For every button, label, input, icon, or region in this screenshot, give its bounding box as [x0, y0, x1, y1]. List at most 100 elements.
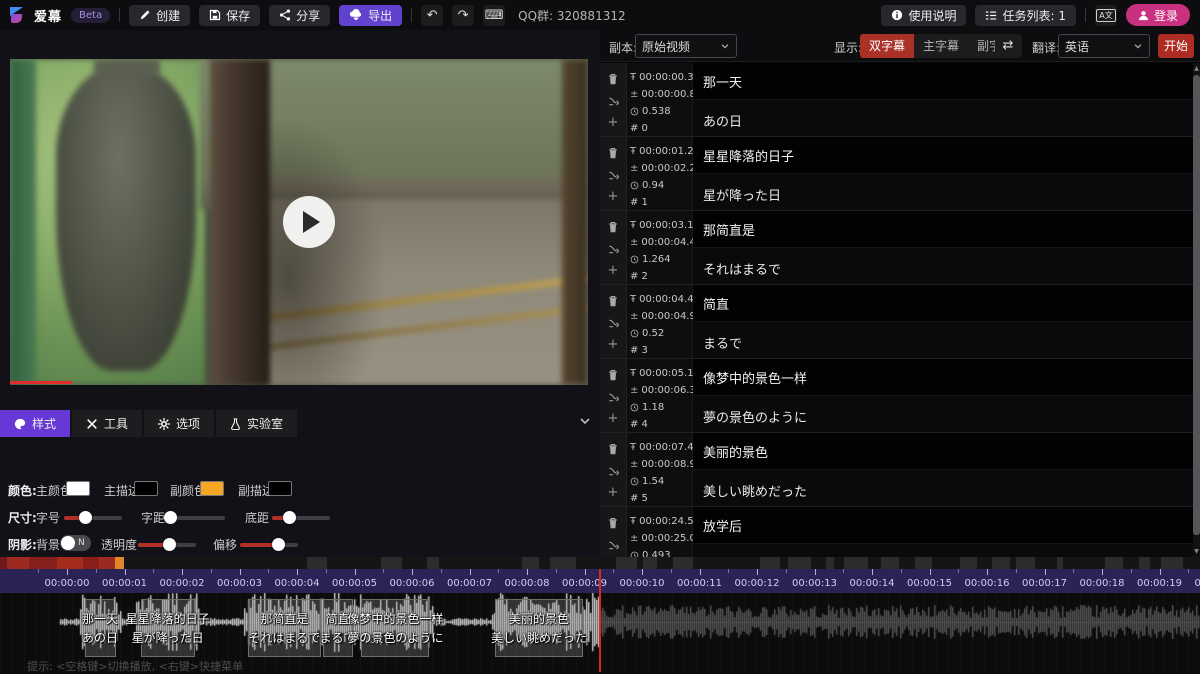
end-time-field[interactable]: ±00:00:00.844 — [630, 86, 692, 103]
scroll-down-icon[interactable]: ▼ — [1193, 548, 1200, 555]
start-time-field[interactable]: Ŧ00:00:07.438 — [630, 439, 692, 456]
scroll-up-icon[interactable]: ▲ — [1193, 65, 1200, 72]
timeline-minimap[interactable] — [0, 557, 1200, 569]
translate-button[interactable]: A文 — [1095, 5, 1117, 26]
merge-subtitle-icon[interactable] — [608, 540, 619, 551]
translate-language-select[interactable]: 英语 — [1058, 34, 1150, 58]
start-time-field[interactable]: Ŧ00:00:04.446 — [630, 291, 692, 308]
end-time-field[interactable]: ±00:00:08.978 — [630, 456, 692, 473]
start-time-field[interactable]: Ŧ00:00:24.596 — [630, 513, 692, 530]
secondary-subtitle-text[interactable]: あの日 — [693, 100, 1200, 136]
delete-subtitle-icon[interactable] — [608, 147, 618, 159]
start-time-field[interactable]: Ŧ00:00:05.120 — [630, 365, 692, 382]
main-subtitle-text[interactable]: 放学后 — [693, 507, 1200, 544]
login-button[interactable]: 登录 — [1126, 4, 1190, 26]
scrollbar-thumb[interactable] — [1193, 75, 1200, 535]
copy-select[interactable]: 原始视频 — [635, 34, 737, 58]
secondary-subtitle-text[interactable]: 美しい眺めだった — [693, 470, 1200, 506]
main-subtitle-text[interactable]: 那简直是 — [693, 211, 1200, 248]
merge-subtitle-icon[interactable] — [608, 244, 619, 255]
tab-lab[interactable]: 实验室 — [216, 410, 297, 437]
mode-main-button[interactable]: 主字幕 — [914, 34, 968, 58]
merge-subtitle-icon[interactable] — [608, 466, 619, 477]
letter-spacing-slider[interactable] — [167, 516, 225, 520]
mode-dual-button[interactable]: 双字幕 — [860, 34, 914, 58]
add-subtitle-icon[interactable]: + — [608, 192, 619, 202]
secondary-subtitle-text[interactable]: 放課後 — [693, 544, 1200, 557]
secondary-subtitle-text[interactable]: まるで — [693, 322, 1200, 358]
delete-subtitle-icon[interactable] — [608, 369, 618, 381]
merge-subtitle-icon[interactable] — [608, 170, 619, 181]
merge-subtitle-icon[interactable] — [608, 392, 619, 403]
add-subtitle-icon[interactable]: + — [608, 266, 619, 276]
bottom-margin-slider[interactable] — [272, 516, 330, 520]
share-button[interactable]: 分享 — [269, 5, 330, 26]
end-time-field[interactable]: ±00:00:04.966 — [630, 308, 692, 325]
tab-style[interactable]: 样式 — [0, 410, 70, 437]
main-subtitle-text[interactable]: 美丽的景色 — [693, 433, 1200, 470]
keyboard-shortcuts-button[interactable]: ⌨ — [483, 5, 505, 26]
redo-button[interactable]: ↷ — [452, 5, 474, 26]
merge-subtitle-icon[interactable] — [608, 318, 619, 329]
play-button[interactable] — [283, 196, 335, 248]
export-button[interactable]: 导出 — [339, 5, 402, 26]
end-time-field[interactable]: ±00:00:06.300 — [630, 382, 692, 399]
main-subtitle-text[interactable]: 星星降落的日子 — [693, 137, 1200, 174]
timeline-subtitle-block[interactable]: 星星降落的日子 星が降った日 — [141, 599, 195, 657]
secondary-subtitle-text[interactable]: 夢の景色のように — [693, 396, 1200, 432]
delete-subtitle-icon[interactable] — [608, 73, 618, 85]
end-time-field[interactable]: ±00:00:02.220 — [630, 160, 692, 177]
delete-subtitle-icon[interactable] — [608, 443, 618, 455]
secondary-subtitle-text[interactable]: 星が降った日 — [693, 174, 1200, 210]
merge-subtitle-icon[interactable] — [608, 96, 619, 107]
save-button[interactable]: 保存 — [199, 5, 260, 26]
font-size-slider[interactable] — [64, 516, 122, 520]
main-stroke-swatch[interactable] — [134, 481, 158, 496]
timeline-subtitle-block[interactable]: 那一天 あの日 — [85, 599, 116, 657]
tab-tools[interactable]: 工具 — [72, 410, 142, 437]
opacity-slider[interactable] — [138, 543, 196, 547]
collapse-panel-button[interactable] — [578, 414, 592, 428]
undo-button[interactable]: ↶ — [421, 5, 443, 26]
main-color-swatch[interactable] — [66, 481, 90, 496]
background-toggle[interactable]: N — [60, 535, 91, 551]
start-time-icon: Ŧ — [630, 442, 636, 453]
start-time-field[interactable]: Ŧ00:00:01.280 — [630, 143, 692, 160]
video-progress-bar[interactable] — [10, 381, 72, 384]
timeline-subtitle-block[interactable]: 那简直是 それはまるで — [248, 599, 321, 657]
add-subtitle-icon[interactable]: + — [608, 414, 619, 424]
main-subtitle-text[interactable]: 简直 — [693, 285, 1200, 322]
swap-subtitles-button[interactable]: ⇄ — [995, 34, 1021, 58]
sub-color-swatch[interactable] — [200, 481, 224, 496]
minimap-segment — [1105, 557, 1123, 569]
start-translate-button[interactable]: 开始 — [1158, 34, 1194, 58]
end-time-field[interactable]: ±00:00:25.089 — [630, 530, 692, 547]
end-time-field[interactable]: ±00:00:04.412 — [630, 234, 692, 251]
offset-slider[interactable] — [240, 543, 298, 547]
sub-stroke-swatch[interactable] — [268, 481, 292, 496]
start-time-field[interactable]: Ŧ00:00:03.148 — [630, 217, 692, 234]
secondary-subtitle-text[interactable]: それはまるで — [693, 248, 1200, 284]
ruler-tick-label: 00:00:03 — [210, 578, 270, 589]
delete-subtitle-icon[interactable] — [608, 295, 618, 307]
ruler-tick-label: 00:00:17 — [1015, 578, 1075, 589]
delete-subtitle-icon[interactable] — [608, 221, 618, 233]
task-list-button[interactable]: 任务列表: 1 — [975, 5, 1076, 26]
add-subtitle-icon[interactable]: + — [608, 118, 619, 128]
create-button[interactable]: 创建 — [129, 5, 190, 26]
video-player[interactable] — [10, 59, 588, 385]
timeline-subtitle-block[interactable]: 像梦中的景色一样 夢の景色のように — [361, 599, 429, 657]
add-subtitle-icon[interactable]: + — [608, 340, 619, 350]
scrollbar[interactable]: ▲ ▼ — [1193, 63, 1200, 557]
user-icon — [1138, 10, 1149, 21]
delete-subtitle-icon[interactable] — [608, 517, 618, 529]
timeline-subtitle-block[interactable]: 美丽的景色 美しい眺めだった — [495, 599, 584, 657]
add-subtitle-icon[interactable]: + — [608, 488, 619, 498]
tab-options[interactable]: 选项 — [144, 410, 214, 437]
help-button[interactable]: 使用说明 — [881, 5, 966, 26]
playhead[interactable] — [599, 569, 601, 672]
main-subtitle-text[interactable]: 那一天 — [693, 63, 1200, 100]
timeline-subtitle-block[interactable]: 简直 まるで — [323, 599, 353, 657]
start-time-field[interactable]: Ŧ00:00:00.306 — [630, 69, 692, 86]
main-subtitle-text[interactable]: 像梦中的景色一样 — [693, 359, 1200, 396]
